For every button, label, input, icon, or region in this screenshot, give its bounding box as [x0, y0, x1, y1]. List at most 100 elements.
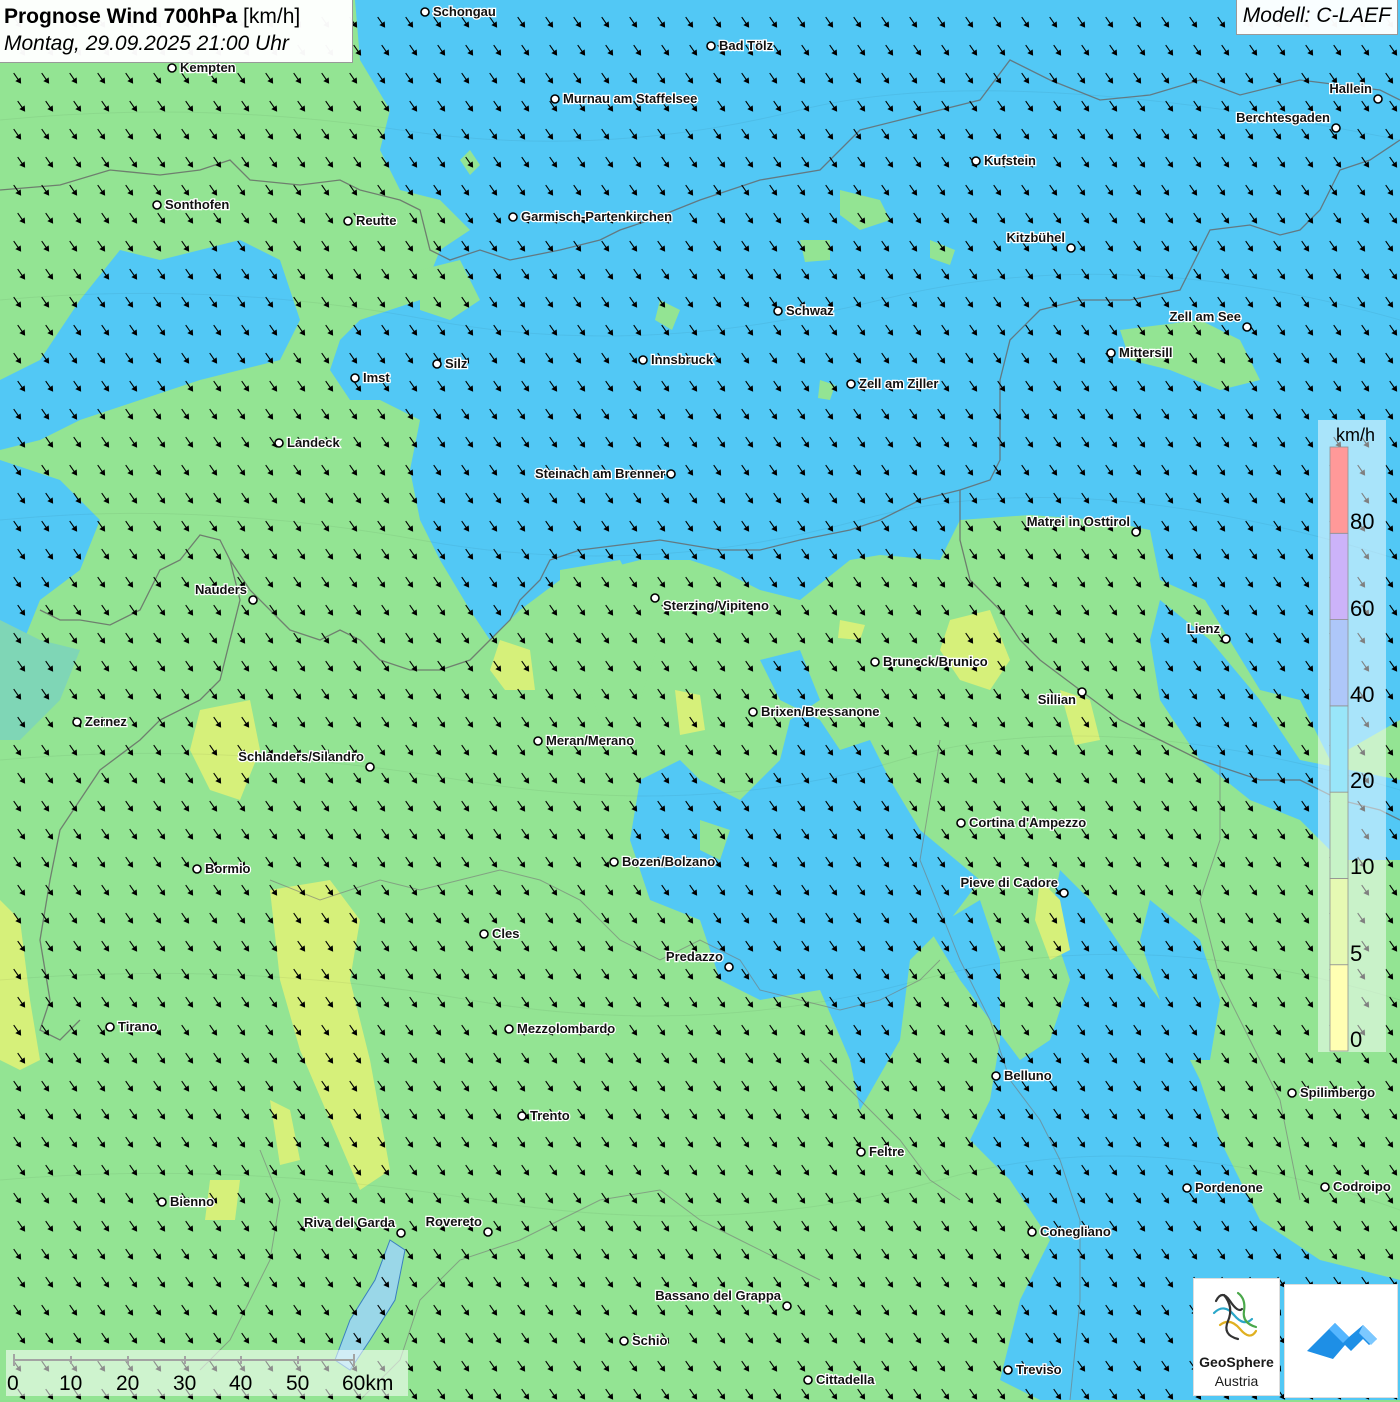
city-dot-icon	[1243, 323, 1251, 331]
city-label: Zell am See	[1169, 309, 1241, 324]
city-label: Imst	[363, 370, 390, 385]
city-dot-icon	[551, 95, 559, 103]
wind-map[interactable]: SchongauKemptenBad TölzMurnau am Staffel…	[0, 0, 1400, 1400]
city-dot-icon	[73, 718, 81, 726]
legend-label: 80	[1350, 509, 1374, 535]
city-marker: Bruneck/Brunico	[871, 654, 988, 669]
scale-bar-label: 20	[116, 1372, 139, 1396]
city-label: Innsbruck	[651, 352, 714, 367]
city-dot-icon	[1107, 349, 1115, 357]
city-dot-icon	[639, 356, 647, 364]
geosphere-logo-line1: GeoSphere	[1194, 1354, 1279, 1370]
city-label: Steinach am Brenner	[535, 466, 665, 481]
city-label: Tirano	[118, 1019, 158, 1034]
scale-bar-label: 50	[286, 1372, 309, 1396]
city-dot-icon	[1004, 1366, 1012, 1374]
city-label: Predazzo	[666, 949, 723, 964]
model-label: Modell: C-LAEF	[1236, 0, 1398, 35]
city-dot-icon	[667, 470, 675, 478]
city-marker: Spilimbergo	[1288, 1085, 1375, 1100]
city-dot-icon	[1060, 889, 1068, 897]
city-dot-icon	[857, 1148, 865, 1156]
city-marker: Brixen/Bressanone	[749, 704, 880, 719]
city-dot-icon	[707, 42, 715, 50]
city-marker: Innsbruck	[639, 352, 714, 367]
city-label: Schongau	[433, 4, 496, 19]
city-marker: Cortina d'Ampezzo	[957, 815, 1086, 830]
city-label: Murnau am Staffelsee	[563, 91, 697, 106]
legend-label: 0	[1350, 1027, 1362, 1053]
city-label: Bad Tölz	[719, 38, 774, 53]
weather-app-logo[interactable]	[1284, 1284, 1398, 1398]
city-label: Pieve di Cadore	[960, 875, 1058, 890]
city-marker: Conegliano	[1028, 1224, 1111, 1239]
city-marker: Murnau am Staffelsee	[551, 91, 697, 106]
city-label: Codroipo	[1333, 1179, 1391, 1194]
city-dot-icon	[480, 930, 488, 938]
city-label: Kufstein	[984, 153, 1036, 168]
legend-label: 10	[1350, 854, 1374, 880]
map-title: Prognose Wind 700hPa [km/h]	[4, 3, 348, 30]
city-label: Sterzing/Vipiteno	[663, 598, 769, 613]
geosphere-icon	[1194, 1279, 1279, 1351]
city-label: Landeck	[287, 435, 341, 450]
city-dot-icon	[1288, 1089, 1296, 1097]
geosphere-logo[interactable]: GeoSphere Austria	[1193, 1278, 1280, 1396]
city-dot-icon	[484, 1228, 492, 1236]
city-dot-icon	[871, 658, 879, 666]
city-dot-icon	[804, 1376, 812, 1384]
city-marker: Garmisch-Partenkirchen	[509, 209, 672, 224]
scale-bar-label: 30	[173, 1372, 196, 1396]
city-dot-icon	[749, 708, 757, 716]
city-dot-icon	[1132, 528, 1140, 536]
city-dot-icon	[433, 360, 441, 368]
city-dot-icon	[1028, 1228, 1036, 1236]
map-title-box: Prognose Wind 700hPa [km/h] Montag, 29.0…	[0, 0, 353, 63]
city-marker: Bozen/Bolzano	[610, 854, 715, 869]
legend-label: 40	[1350, 682, 1374, 708]
legend-label: 60	[1350, 596, 1374, 622]
city-label: Belluno	[1004, 1068, 1052, 1083]
legend-label: 5	[1350, 941, 1362, 967]
city-dot-icon	[505, 1025, 513, 1033]
city-dot-icon	[972, 157, 980, 165]
city-label: Sillian	[1038, 692, 1076, 707]
city-dot-icon	[847, 380, 855, 388]
city-dot-icon	[518, 1112, 526, 1120]
city-dot-icon	[725, 963, 733, 971]
legend-unit: km/h	[1336, 425, 1375, 446]
city-dot-icon	[193, 865, 201, 873]
city-dot-icon	[783, 1302, 791, 1310]
city-label: Bienno	[170, 1194, 214, 1209]
city-label: Feltre	[869, 1144, 904, 1159]
city-label: Conegliano	[1040, 1224, 1111, 1239]
city-dot-icon	[153, 201, 161, 209]
city-label: Spilimbergo	[1300, 1085, 1375, 1100]
city-label: Pordenone	[1195, 1180, 1263, 1195]
city-label: Treviso	[1016, 1362, 1062, 1377]
city-label: Silz	[445, 356, 468, 371]
city-label: Schwaz	[786, 303, 834, 318]
city-dot-icon	[421, 8, 429, 16]
mountain-cloud-icon	[1285, 1285, 1397, 1397]
scale-bar-label: 60km	[342, 1372, 393, 1396]
city-label: Rovereto	[426, 1214, 482, 1229]
city-dot-icon	[1374, 95, 1382, 103]
city-dot-icon	[344, 217, 352, 225]
city-label: Sonthofen	[165, 197, 229, 212]
city-dot-icon	[1078, 688, 1086, 696]
city-dot-icon	[168, 64, 176, 72]
city-label: Schlanders/Silandro	[238, 749, 364, 764]
geosphere-logo-line2: Austria	[1194, 1373, 1279, 1389]
city-dot-icon	[509, 213, 517, 221]
city-dot-icon	[106, 1023, 114, 1031]
city-label: Meran/Merano	[546, 733, 634, 748]
city-dot-icon	[1183, 1184, 1191, 1192]
city-dot-icon	[275, 439, 283, 447]
city-label: Mezzolombardo	[517, 1021, 615, 1036]
city-marker: Steinach am Brenner	[535, 466, 675, 481]
city-label: Garmisch-Partenkirchen	[521, 209, 672, 224]
city-dot-icon	[249, 596, 257, 604]
city-label: Mittersill	[1119, 345, 1172, 360]
city-dot-icon	[992, 1072, 1000, 1080]
